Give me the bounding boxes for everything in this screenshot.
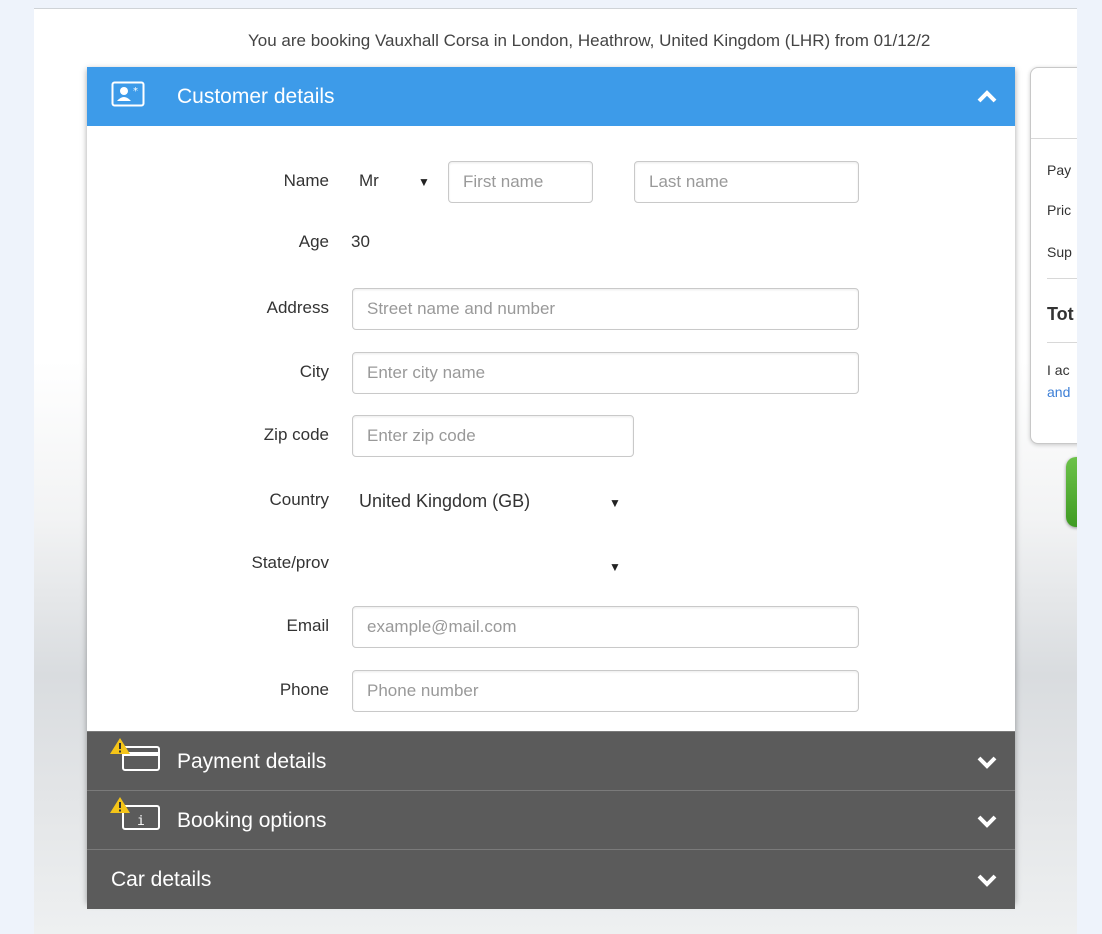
city-label: City bbox=[299, 362, 329, 381]
city-input[interactable] bbox=[352, 352, 859, 394]
customer-details-title: Customer details bbox=[177, 84, 335, 108]
car-details-header[interactable]: Car details bbox=[87, 849, 1015, 909]
state-select[interactable] bbox=[359, 554, 599, 574]
customer-details-header[interactable]: * Customer details bbox=[87, 67, 1015, 126]
summary-line-pay: Pay bbox=[1047, 162, 1072, 178]
svg-text:*: * bbox=[133, 86, 138, 97]
zip-label: Zip code bbox=[263, 425, 329, 444]
summary-line-price: Pric bbox=[1047, 202, 1072, 218]
price-summary-panel: Pay Pric Sup Tot I ac and bbox=[1030, 67, 1077, 444]
age-value: 30 bbox=[351, 232, 370, 251]
divider bbox=[1047, 342, 1077, 343]
terms-text: I ac bbox=[1047, 362, 1070, 378]
contact-card-icon: * bbox=[111, 81, 145, 113]
chevron-down-icon[interactable] bbox=[977, 873, 997, 887]
booking-page: You are booking Vauxhall Corsa in London… bbox=[34, 8, 1077, 934]
title-select[interactable]: Mr bbox=[359, 171, 379, 191]
divider bbox=[1031, 138, 1077, 139]
last-name-input[interactable] bbox=[634, 161, 859, 203]
car-details-title: Car details bbox=[111, 867, 212, 891]
svg-text:i: i bbox=[137, 814, 145, 829]
country-label: Country bbox=[269, 490, 329, 509]
address-input[interactable] bbox=[352, 288, 859, 330]
booking-options-header[interactable]: i Booking options bbox=[87, 790, 1015, 850]
booking-form-panel: * Customer details Name Mr ▼ Age 30 Addr… bbox=[87, 67, 1015, 909]
payment-details-header[interactable]: Payment details bbox=[87, 731, 1015, 791]
chevron-down-icon[interactable] bbox=[977, 814, 997, 828]
info-card-icon: i bbox=[109, 796, 161, 837]
zip-input[interactable] bbox=[352, 415, 634, 457]
chevron-up-icon[interactable] bbox=[977, 89, 997, 104]
name-label: Name bbox=[283, 171, 329, 190]
payment-details-title: Payment details bbox=[177, 749, 327, 773]
title-dropdown-caret-icon[interactable]: ▼ bbox=[418, 175, 430, 189]
divider bbox=[1047, 278, 1077, 279]
country-dropdown-caret-icon[interactable]: ▼ bbox=[609, 496, 621, 510]
email-input[interactable] bbox=[352, 606, 859, 648]
booking-summary-text: You are booking Vauxhall Corsa in London… bbox=[248, 31, 931, 50]
credit-card-icon bbox=[109, 737, 161, 778]
first-name-input[interactable] bbox=[448, 161, 593, 203]
terms-link[interactable]: and bbox=[1047, 384, 1070, 400]
chevron-down-icon[interactable] bbox=[977, 755, 997, 769]
confirm-button[interactable] bbox=[1066, 457, 1077, 527]
state-dropdown-caret-icon[interactable]: ▼ bbox=[609, 560, 621, 574]
phone-label: Phone bbox=[279, 680, 329, 699]
summary-line-supplier: Sup bbox=[1047, 244, 1072, 260]
email-label: Email bbox=[286, 616, 329, 635]
booking-options-title: Booking options bbox=[177, 808, 327, 832]
phone-input[interactable] bbox=[352, 670, 859, 712]
state-label: State/prov bbox=[251, 553, 330, 572]
country-select[interactable]: United Kingdom (GB) bbox=[359, 491, 530, 512]
address-label: Address bbox=[266, 298, 329, 317]
total-label: Tot bbox=[1047, 304, 1074, 324]
age-label: Age bbox=[298, 232, 329, 251]
